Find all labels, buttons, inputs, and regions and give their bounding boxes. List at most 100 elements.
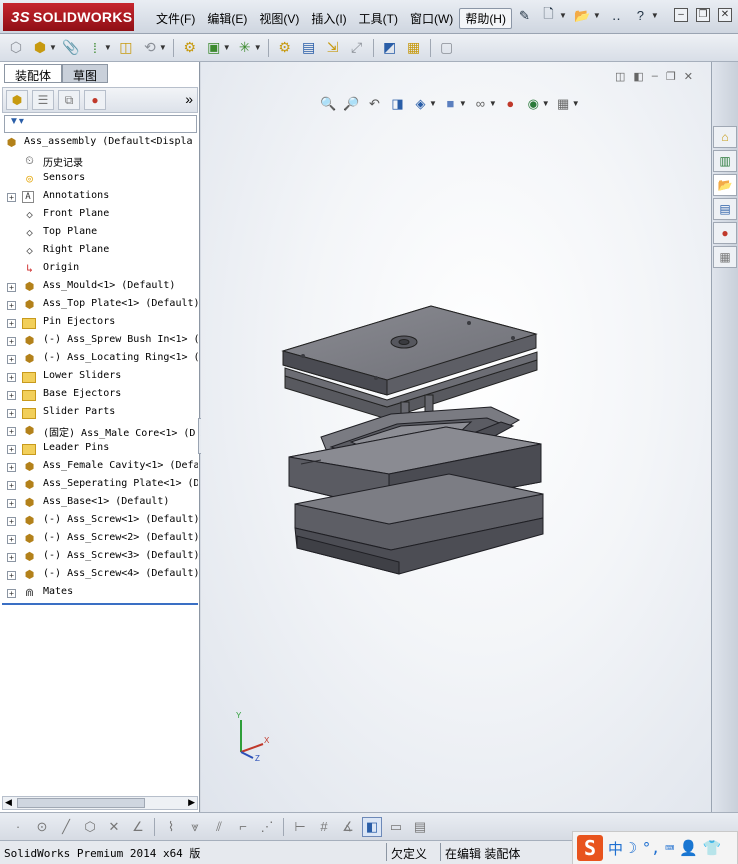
display-manager-icon[interactable]: ● xyxy=(84,90,106,110)
solidworks-logo[interactable]: 3S SOLIDWORKS xyxy=(3,3,134,31)
line-icon[interactable]: ╱ xyxy=(56,817,76,837)
pin-icon[interactable]: ✎ xyxy=(516,7,533,24)
polygon-icon[interactable]: ⬡ xyxy=(80,817,100,837)
punctuation-icon[interactable]: °, xyxy=(642,839,660,857)
tree-node[interactable]: ◇ Front Plane xyxy=(0,206,198,224)
tree-node[interactable]: + ⬢ (-) Ass_Screw<3> (Default) xyxy=(0,548,198,566)
tree-node[interactable]: ◇ Top Plane xyxy=(0,224,198,242)
expand-toggle-icon[interactable]: + xyxy=(7,571,16,580)
scroll-right-icon[interactable]: ▶ xyxy=(188,797,195,808)
smart-fasteners-icon[interactable]: ◫ xyxy=(116,38,136,58)
chevron-down-icon[interactable]: ▼ xyxy=(159,43,167,52)
expand-toggle-icon[interactable]: + xyxy=(7,517,16,526)
explode-line-icon[interactable]: ⤢ xyxy=(347,38,367,58)
expand-toggle-icon[interactable]: + xyxy=(7,553,16,562)
reference-geometry-icon[interactable]: ✳ xyxy=(235,38,255,58)
expand-toggle-icon[interactable]: + xyxy=(7,391,16,400)
home-icon[interactable]: ⌂ xyxy=(713,126,737,148)
restore-icon[interactable]: ❐ xyxy=(696,8,710,22)
linear-pattern-icon[interactable]: ⁞ xyxy=(85,38,105,58)
menu-edit[interactable]: 编辑(E) xyxy=(201,8,253,29)
rollback-bar[interactable] xyxy=(2,603,198,605)
insert-component-icon[interactable]: ⬡ xyxy=(6,38,26,58)
tree-node[interactable]: ◎ Sensors xyxy=(0,170,198,188)
input-method-bar[interactable]: S 中 ☽ °, ⌨ 👤 👕 xyxy=(572,831,738,864)
scroll-left-icon[interactable]: ◀ xyxy=(5,797,12,808)
tree-node[interactable]: + ⬢ Ass_Seperating Plate<1> (D xyxy=(0,476,198,494)
ime-language[interactable]: 中 xyxy=(608,838,623,859)
angle-icon[interactable]: ∡ xyxy=(338,817,358,837)
ime-logo[interactable]: S xyxy=(577,835,603,861)
more-icon[interactable]: ‥ xyxy=(608,7,625,24)
chevron-down-icon[interactable]: ▼ xyxy=(559,11,567,20)
menu-window[interactable]: 窗口(W) xyxy=(404,8,459,29)
expand-toggle-icon[interactable]: + xyxy=(7,445,16,454)
new-motion-study-icon[interactable]: ⚙ xyxy=(275,38,295,58)
tree-node[interactable]: + ⬢ Ass_Female Cavity<1> (Defa xyxy=(0,458,198,476)
tree-node[interactable]: + Base Ejectors xyxy=(0,386,198,404)
tree-node[interactable]: + ⬢ (-) Ass_Sprew Bush In<1> ( xyxy=(0,332,198,350)
expand-toggle-icon[interactable]: + xyxy=(7,373,16,382)
expand-toggle-icon[interactable]: + xyxy=(7,463,16,472)
exploded-view-icon[interactable]: ⇲ xyxy=(323,38,343,58)
more-tabs-icon[interactable]: » xyxy=(185,91,193,107)
open-folder-icon[interactable]: 📂 xyxy=(574,7,591,24)
top-plate[interactable] xyxy=(281,305,538,420)
chevron-down-icon[interactable]: ▼ xyxy=(104,43,112,52)
3d-sketch-icon[interactable]: ◧ xyxy=(362,816,382,837)
menu-view[interactable]: 视图(V) xyxy=(253,8,305,29)
view-palette-icon[interactable]: ▤ xyxy=(713,198,737,220)
new-document-icon[interactable]: 🗋 xyxy=(540,6,557,24)
user-icon[interactable]: 👤 xyxy=(679,839,698,857)
tree-node[interactable]: + Lower Sliders xyxy=(0,368,198,386)
expand-toggle-icon[interactable]: + xyxy=(7,283,16,292)
custom-properties-icon[interactable]: ▦ xyxy=(713,246,737,268)
skin-icon[interactable]: 👕 xyxy=(703,839,722,857)
corner-rectangle-icon[interactable]: ⌐ xyxy=(233,817,253,837)
move-component-icon[interactable]: ⟲ xyxy=(140,38,160,58)
expand-toggle-icon[interactable]: + xyxy=(7,481,16,490)
centerline-icon[interactable]: ⋰ xyxy=(257,817,277,837)
menu-help[interactable]: 帮助(H) xyxy=(459,8,512,29)
mould-assembly-model[interactable] xyxy=(201,62,711,812)
tree-node[interactable]: + ⬢ Ass_Base<1> (Default) xyxy=(0,494,198,512)
mate-icon[interactable]: 📎 xyxy=(61,38,81,58)
trim-icon[interactable]: ✕ xyxy=(104,817,124,837)
tree-node[interactable]: ⏲ 历史记录 xyxy=(0,152,198,170)
assembly-features-icon[interactable]: ▣ xyxy=(204,38,224,58)
tree-node[interactable]: + ⬢ (-) Ass_Screw<2> (Default) xyxy=(0,530,198,548)
horizontal-scrollbar[interactable]: ◀ ▶ xyxy=(2,796,198,810)
scrollbar-thumb[interactable] xyxy=(17,798,145,808)
tree-node[interactable]: + ⬢ (-) Ass_Screw<4> (Default) xyxy=(0,566,198,584)
expand-toggle-icon[interactable]: + xyxy=(7,535,16,544)
expand-toggle-icon[interactable]: + xyxy=(7,337,16,346)
tab-sketch[interactable]: 草图 xyxy=(62,64,109,83)
convert-entities-icon[interactable]: ⩔ xyxy=(185,817,205,837)
extend-icon[interactable]: ∠ xyxy=(128,817,148,837)
feature-manager-icon[interactable]: ⬢ xyxy=(6,90,28,110)
moon-icon[interactable]: ☽ xyxy=(628,839,637,857)
tree-node[interactable]: + ⬢ (-) Ass_Locating Ring<1> ( xyxy=(0,350,198,368)
tree-node[interactable]: + ⬢ (-) Ass_Screw<1> (Default) xyxy=(0,512,198,530)
tree-node[interactable]: + ⬢ Ass_Mould<1> (Default) xyxy=(0,278,198,296)
menu-file[interactable]: 文件(F) xyxy=(150,8,201,29)
expand-toggle-icon[interactable]: + xyxy=(7,319,16,328)
offset-icon[interactable]: ⌇ xyxy=(161,817,181,837)
table-icon[interactable]: ▤ xyxy=(410,817,430,837)
design-library-icon[interactable]: ▥ xyxy=(713,150,737,172)
show-hidden-icon[interactable]: ⚙ xyxy=(180,38,200,58)
help-icon[interactable]: ? xyxy=(632,7,649,24)
clearance-check-icon[interactable]: ▦ xyxy=(404,38,424,58)
chevron-down-icon[interactable]: ▼ xyxy=(254,43,262,52)
expand-toggle-icon[interactable]: + xyxy=(7,301,16,310)
keyboard-icon[interactable]: ⌨ xyxy=(665,839,674,857)
rectangle-icon[interactable]: ▭ xyxy=(386,817,406,837)
close-icon[interactable]: ✕ xyxy=(718,8,732,22)
tree-node[interactable]: + ⬢ (固定) Ass_Male Core<1> (D xyxy=(0,422,198,440)
tree-node[interactable]: + ⋒ Mates xyxy=(0,584,198,602)
tree-root-node[interactable]: ⬢ Ass_assembly (Default<Displa xyxy=(0,134,198,152)
menu-insert[interactable]: 插入(I) xyxy=(305,8,352,29)
chevron-down-icon[interactable]: ▼ xyxy=(593,11,601,20)
new-part-icon[interactable]: ⬢ xyxy=(30,38,50,58)
chevron-down-icon[interactable]: ▼ xyxy=(651,11,659,20)
